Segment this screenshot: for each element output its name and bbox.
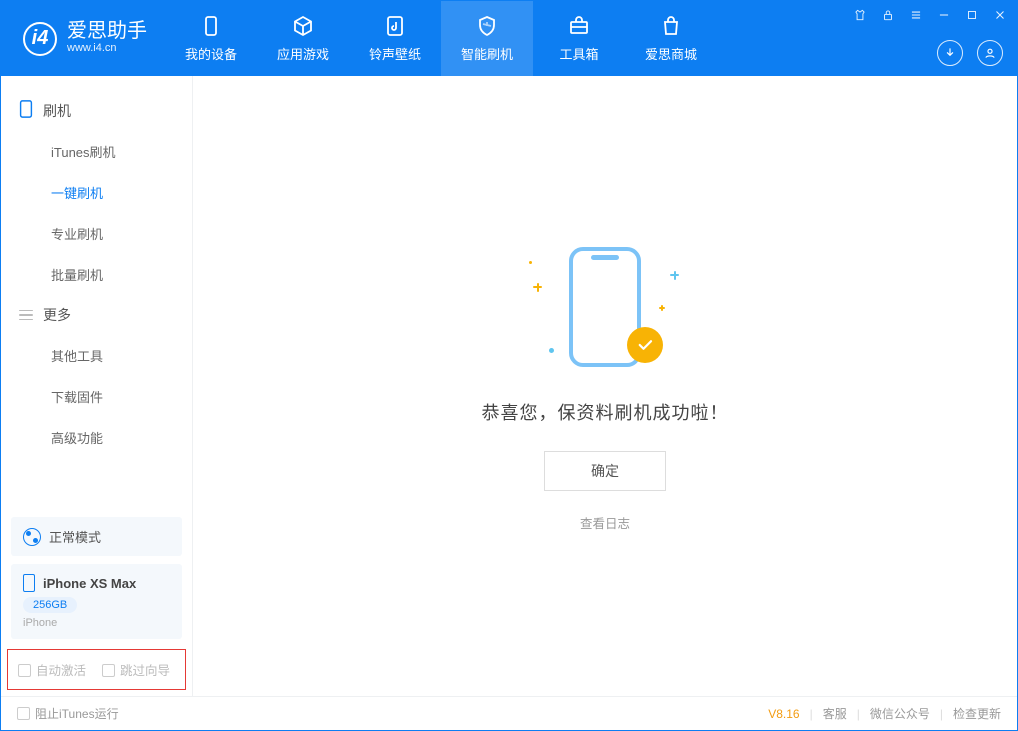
- shield-icon: [475, 14, 499, 38]
- shirt-icon[interactable]: [849, 5, 871, 25]
- success-message: 恭喜您，保资料刷机成功啦！: [482, 399, 729, 425]
- footer-bar: 阻止iTunes运行 V8.16 | 客服 | 微信公众号 | 检查更新: [1, 696, 1017, 730]
- nav-smart-flash[interactable]: 智能刷机: [441, 1, 533, 76]
- sidebar-section-flash: 刷机: [1, 90, 192, 131]
- sparkle-icon: [659, 305, 665, 311]
- auto-activate-checkbox[interactable]: 自动激活: [18, 660, 86, 679]
- dot-icon: [529, 261, 532, 264]
- dot-icon: [549, 348, 554, 353]
- sidebar-item-batch-flash[interactable]: 批量刷机: [1, 254, 192, 295]
- footer-link-wechat[interactable]: 微信公众号: [870, 705, 930, 722]
- nav-label: 我的设备: [185, 44, 237, 63]
- app-name-en: www.i4.cn: [67, 41, 147, 55]
- section-title: 刷机: [43, 101, 71, 121]
- check-badge-icon: [627, 327, 663, 363]
- section-title: 更多: [43, 305, 71, 325]
- body-layout: 刷机 iTunes刷机 一键刷机 专业刷机 批量刷机 更多 其他工具 下载固件 …: [1, 76, 1017, 696]
- device-type: iPhone: [23, 617, 170, 629]
- storage-badge: 256GB: [23, 597, 77, 613]
- checkbox-label: 跳过向导: [120, 664, 170, 678]
- success-illustration: [525, 241, 685, 381]
- version-label: V8.16: [768, 707, 799, 721]
- window-controls: [849, 5, 1011, 25]
- device-icon: [199, 14, 223, 38]
- sidebar: 刷机 iTunes刷机 一键刷机 专业刷机 批量刷机 更多 其他工具 下载固件 …: [1, 76, 193, 696]
- close-icon[interactable]: [989, 5, 1011, 25]
- checkbox-label: 阻止iTunes运行: [35, 707, 119, 721]
- view-log-link[interactable]: 查看日志: [580, 513, 630, 532]
- user-button[interactable]: [977, 40, 1003, 66]
- logo-text: 爱思助手 www.i4.cn: [67, 21, 147, 55]
- checkbox-label: 自动激活: [36, 664, 86, 678]
- logo-area: i4 爱思助手 www.i4.cn: [1, 1, 165, 76]
- sidebar-item-pro-flash[interactable]: 专业刷机: [1, 213, 192, 254]
- logo-icon: i4: [23, 22, 57, 56]
- nav-label: 工具箱: [559, 44, 598, 63]
- sidebar-item-other-tools[interactable]: 其他工具: [1, 335, 192, 376]
- sparkle-icon: [533, 283, 542, 292]
- sidebar-item-advanced[interactable]: 高级功能: [1, 417, 192, 458]
- nav-tabs: 我的设备 应用游戏 铃声壁纸 智能刷机 工具箱 爱思商城: [165, 1, 717, 76]
- ok-button[interactable]: 确定: [544, 451, 666, 491]
- nav-store[interactable]: 爱思商城: [625, 1, 717, 76]
- options-highlight-box: 自动激活 跳过向导: [7, 649, 186, 690]
- footer-link-update[interactable]: 检查更新: [953, 705, 1001, 722]
- footer-right: V8.16 | 客服 | 微信公众号 | 检查更新: [768, 705, 1001, 722]
- skip-guide-checkbox[interactable]: 跳过向导: [102, 660, 170, 679]
- nav-toolbox[interactable]: 工具箱: [533, 1, 625, 76]
- nav-ringtone-wallpaper[interactable]: 铃声壁纸: [349, 1, 441, 76]
- block-itunes-checkbox[interactable]: 阻止iTunes运行: [17, 705, 119, 722]
- toolbox-icon: [567, 14, 591, 38]
- sparkle-icon: [670, 271, 679, 280]
- sidebar-section-more: 更多: [1, 295, 192, 335]
- bag-icon: [659, 14, 683, 38]
- footer-link-support[interactable]: 客服: [823, 705, 847, 722]
- device-name: iPhone XS Max: [43, 576, 136, 591]
- nav-label: 铃声壁纸: [369, 44, 421, 63]
- app-header: i4 爱思助手 www.i4.cn 我的设备 应用游戏 铃声壁纸 智能刷机 工具…: [1, 1, 1017, 76]
- nav-label: 智能刷机: [461, 44, 513, 63]
- cube-icon: [291, 14, 315, 38]
- device-panels: 正常模式 iPhone XS Max 256GB iPhone: [1, 507, 192, 649]
- device-panel[interactable]: iPhone XS Max 256GB iPhone: [11, 564, 182, 639]
- header-actions: [937, 40, 1003, 66]
- phone-small-icon: [23, 574, 35, 592]
- download-button[interactable]: [937, 40, 963, 66]
- app-name-cn: 爱思助手: [67, 21, 147, 41]
- list-icon: [19, 308, 33, 322]
- sidebar-item-onekey-flash[interactable]: 一键刷机: [1, 172, 192, 213]
- mode-panel[interactable]: 正常模式: [11, 517, 182, 556]
- lock-icon[interactable]: [877, 5, 899, 25]
- mode-label: 正常模式: [49, 527, 101, 546]
- nav-my-device[interactable]: 我的设备: [165, 1, 257, 76]
- minimize-icon[interactable]: [933, 5, 955, 25]
- sidebar-item-itunes-flash[interactable]: iTunes刷机: [1, 131, 192, 172]
- sidebar-item-download-firmware[interactable]: 下载固件: [1, 376, 192, 417]
- phone-outline-icon: [19, 100, 33, 121]
- nav-apps-games[interactable]: 应用游戏: [257, 1, 349, 76]
- nav-label: 爱思商城: [645, 44, 697, 63]
- maximize-icon[interactable]: [961, 5, 983, 25]
- music-doc-icon: [383, 14, 407, 38]
- menu-icon[interactable]: [905, 5, 927, 25]
- nav-label: 应用游戏: [277, 44, 329, 63]
- mode-icon: [23, 528, 41, 546]
- main-content: 恭喜您，保资料刷机成功啦！ 确定 查看日志: [193, 76, 1017, 696]
